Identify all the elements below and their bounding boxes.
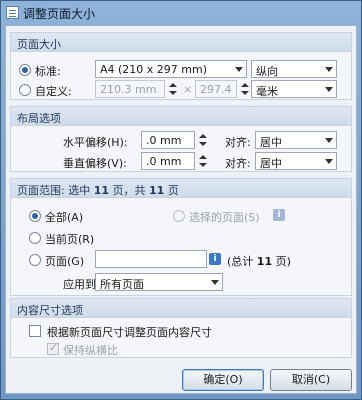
- page-total-suffix: 页): [275, 255, 291, 268]
- custom-label[interactable]: 自定义:: [35, 83, 72, 99]
- page-range-prefix: 页面范围: 选中: [17, 184, 91, 197]
- content-size-header: 内容尺寸选项: [11, 299, 351, 318]
- standard-size-value: A4 (210 x 297 mm): [100, 63, 208, 76]
- chevron-down-icon: [235, 67, 243, 72]
- h-offset-label: 水平偏移(H):: [63, 136, 128, 149]
- app-icon: [6, 6, 19, 19]
- times-sign: ×: [183, 83, 193, 96]
- h-align-select[interactable]: 居中: [255, 131, 337, 149]
- v-offset-input[interactable]: .0 mm: [141, 152, 195, 170]
- custom-width-input[interactable]: 210.3 mm: [95, 80, 165, 98]
- window-title: 调整页面大小: [23, 7, 96, 21]
- h-align-value: 居中: [260, 136, 282, 149]
- page-total-value: 11: [256, 255, 273, 268]
- h-offset-spinner[interactable]: [197, 131, 208, 149]
- v-align-select[interactable]: 居中: [255, 152, 337, 170]
- page-size-header: 页面大小: [11, 33, 351, 52]
- h-offset-input[interactable]: .0 mm: [141, 131, 195, 149]
- dialog-body: 页面大小 标准: A4 (210 x 297 mm) 纵向 自定义: 210.3…: [5, 25, 357, 394]
- chevron-down-icon: [325, 87, 333, 92]
- spin-down-icon: [241, 91, 249, 95]
- resize-page-dialog: 调整页面大小 页面大小 标准: A4 (210 x 297 mm) 纵向 自定义…: [0, 0, 362, 400]
- h-offset-value: .0 mm: [146, 134, 182, 147]
- spin-down-icon: [199, 163, 207, 167]
- keep-ratio-label[interactable]: 保持纵横比: [63, 342, 118, 358]
- unit-select[interactable]: 毫米: [251, 80, 337, 98]
- chevron-down-icon: [211, 280, 219, 285]
- chevron-down-icon: [325, 67, 333, 72]
- layout-options-header: 布局选项: [11, 107, 351, 126]
- orientation-value: 纵向: [256, 65, 278, 78]
- page-range-suffix: 页: [167, 184, 179, 197]
- standard-radio[interactable]: [19, 64, 31, 76]
- selected-pages-label[interactable]: 选择的页面(S): [189, 209, 260, 225]
- apply-to-value: 所有页面: [100, 278, 144, 291]
- apply-to-select[interactable]: 所有页面: [95, 273, 223, 291]
- page-size-group: 页面大小 标准: A4 (210 x 297 mm) 纵向 自定义: 210.3…: [10, 32, 352, 100]
- layout-options-group: 布局选项 水平偏移(H): .0 mm 对齐: 居中 垂直偏移(V): .0 m…: [10, 106, 352, 172]
- custom-width-value: 210.3 mm: [100, 83, 157, 96]
- v-align-label: 对齐:: [225, 157, 251, 170]
- total-count: 11: [149, 184, 165, 197]
- custom-radio[interactable]: [19, 84, 31, 96]
- standard-label[interactable]: 标准:: [35, 63, 61, 79]
- keep-ratio-checkbox[interactable]: [47, 341, 59, 355]
- chevron-down-icon: [325, 159, 333, 164]
- all-pages-label[interactable]: 全部(A): [45, 209, 83, 225]
- title-bar[interactable]: 调整页面大小: [1, 1, 361, 25]
- current-page-radio[interactable]: [29, 232, 41, 244]
- chevron-down-icon: [325, 138, 333, 143]
- spin-up-icon: [169, 83, 177, 87]
- content-size-group: 内容尺寸选项 根据新页面尺寸调整页面内容尺寸 保持纵横比: [10, 298, 352, 358]
- page-range-radio[interactable]: [29, 254, 41, 266]
- current-page-label[interactable]: 当前页(R): [45, 231, 94, 247]
- unit-value: 毫米: [256, 85, 278, 98]
- spin-down-icon: [199, 142, 207, 146]
- spin-up-icon: [199, 155, 207, 159]
- width-spinner[interactable]: [167, 80, 178, 98]
- page-total-label: (总计 11 页): [227, 253, 291, 269]
- spin-down-icon: [169, 91, 177, 95]
- ok-button[interactable]: 确定(O): [182, 369, 264, 391]
- custom-height-value: 297.4 mm: [200, 83, 236, 96]
- spin-up-icon: [199, 134, 207, 138]
- v-offset-label: 垂直偏移(V):: [63, 157, 127, 170]
- page-range-input[interactable]: [95, 250, 207, 268]
- custom-height-input[interactable]: 297.4 mm: [195, 80, 237, 98]
- orientation-select[interactable]: 纵向: [251, 60, 337, 78]
- cancel-button[interactable]: 取消(C): [270, 369, 352, 391]
- spin-up-icon: [241, 83, 249, 87]
- page-range-label[interactable]: 页面(G): [45, 253, 84, 269]
- adjust-content-label[interactable]: 根据新页面尺寸调整页面内容尺寸: [47, 324, 212, 340]
- selected-pages-radio[interactable]: [173, 210, 185, 222]
- selected-count: 11: [93, 184, 110, 197]
- page-range-group: 页面范围: 选中 11 页，共 11 页 全部(A) 选择的页面(S) i 当前…: [10, 178, 352, 296]
- all-pages-radio[interactable]: [29, 210, 41, 222]
- standard-size-select[interactable]: A4 (210 x 297 mm): [95, 60, 247, 78]
- h-align-label: 对齐:: [225, 136, 251, 149]
- height-spinner[interactable]: [239, 80, 250, 98]
- info-icon[interactable]: i: [209, 253, 221, 265]
- adjust-content-checkbox[interactable]: [29, 325, 41, 337]
- page-range-header: 页面范围: 选中 11 页，共 11 页: [11, 179, 351, 198]
- page-range-mid: 页，共: [112, 184, 146, 197]
- info-icon[interactable]: i: [273, 209, 285, 221]
- v-align-value: 居中: [260, 157, 282, 170]
- v-offset-value: .0 mm: [146, 155, 182, 168]
- page-total-prefix: (总计: [227, 255, 254, 268]
- v-offset-spinner[interactable]: [197, 152, 208, 170]
